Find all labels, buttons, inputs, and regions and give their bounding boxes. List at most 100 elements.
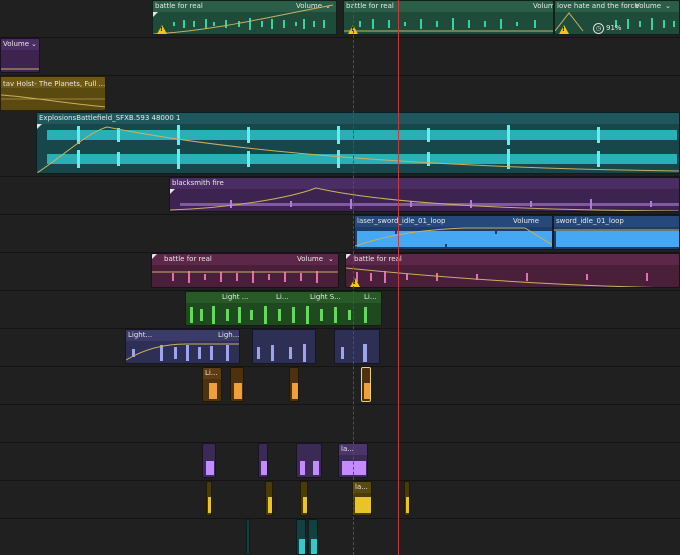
clip-light-orange-3[interactable] [289,367,299,402]
clip-name-light-e: Light... [128,331,153,339]
clip-love-hate-and-the-force[interactable]: love hate and the force Volume ⌄ ! ◷ 91% [554,0,680,35]
clip-laser-sword-idle[interactable]: laser_sword_idle_01_loop Volume [354,215,553,250]
clip-group-light-lavender-2[interactable] [252,329,316,364]
clip-gold-2[interactable] [265,481,273,516]
clip-marker [346,254,351,259]
clip-name: Li... [205,369,218,377]
track-a14[interactable] [0,519,680,555]
waveform [206,461,214,475]
waveform [268,497,272,513]
clip-name-light-d: Ligh... [218,331,240,339]
track-a10[interactable] [0,367,680,405]
clip-name: la... [355,483,368,491]
waveform [172,271,318,283]
clip-light-orange-selected[interactable] [361,367,371,402]
waveform [208,497,211,513]
clip-violet-1[interactable] [202,443,216,478]
clip-name-light-f: Li... [364,293,377,301]
chevron-down-icon[interactable]: ⌄ [31,39,37,49]
clip-header: battle for real Volume [344,1,553,12]
clip-battle-for-real-4[interactable]: battle for real ! [345,253,680,288]
clip-header: laser_sword_idle_01_loop Volume [355,216,552,227]
track-a13[interactable] [0,481,680,519]
clip-header: Li... [203,368,221,379]
waveform [180,199,679,209]
clip-group-light-lavender-3[interactable] [334,329,380,364]
clip-violet-3[interactable] [296,443,322,478]
clip-cyan-1[interactable] [246,519,250,555]
clip-name: love hate and the force [557,2,639,10]
clip-name-light-a: Light ... [222,293,249,301]
clip-light-orange-2[interactable] [230,367,244,402]
clip-marker [153,12,158,17]
waveform [47,125,677,169]
clip-header: battle for real [346,254,679,265]
clip-name: blacksmith fire [172,179,224,187]
clip-header: Light... Ligh... [126,330,239,341]
waveform [364,383,370,399]
warning-triangle-icon[interactable]: ! [350,278,360,287]
clip-light-orange-1[interactable]: Li... [202,367,222,402]
clip-header: la... [353,482,371,493]
clip-violet-2[interactable] [258,443,268,478]
waveform [234,383,242,399]
clip-header: love hate and the force Volume ⌄ [555,1,679,12]
clip-header: blacksmith fire [170,178,679,189]
volume-label[interactable]: Volume [296,1,322,11]
clip-name: battle for real [164,255,212,263]
clip-blacksmith-fire[interactable]: blacksmith fire [169,177,680,212]
volume-label[interactable]: Volume [635,1,661,11]
render-progress-icon: ◷ [593,23,604,34]
clip-header: battle for real Volume ⌄ [153,1,336,12]
clip-name: sword_idle_01_loop [556,217,624,225]
clip-name: laser_sword_idle_01_loop [357,217,446,225]
chevron-down-icon[interactable]: ⌄ [328,254,334,264]
waveform [406,497,409,513]
track-a11[interactable] [0,405,680,443]
volume-label[interactable]: Volume [533,1,553,11]
clip-header: sword_idle_01_loop [554,216,679,227]
clip-marker [37,124,42,129]
clip-header: battle for real Volume ⌄ [152,254,338,265]
audio-timeline: battle for real Volume ⌄ ! battle for re… [0,0,680,555]
clip-battle-for-real-3[interactable]: battle for real Volume ⌄ [151,253,339,288]
clip-name: battle for real [155,2,203,10]
clip-battle-for-real-2[interactable]: battle for real Volume ! [343,0,554,35]
waveform [359,18,536,30]
clip-explosions-battlefield[interactable]: ExplosionsBattlefield_SFXB.593 48000 1 [36,112,680,174]
playhead-line[interactable] [398,0,399,555]
clip-cyan-3[interactable] [308,519,318,555]
volume-label[interactable]: Volume [513,216,539,226]
waveform [173,18,325,30]
waveform [132,345,229,361]
clip-purple-volume[interactable]: Volume ⌄ [0,38,40,73]
waveform [341,344,367,362]
clip-cyan-2[interactable] [296,519,306,555]
volume-label[interactable]: Volume [297,254,323,264]
waveform [556,231,679,247]
clip-sword-idle[interactable]: sword_idle_01_loop [553,215,680,250]
waveform [292,383,298,399]
clip-group-light-lavender-1[interactable]: Light... Ligh... [125,329,240,364]
warning-triangle-icon[interactable]: ! [157,25,167,34]
warning-triangle-icon[interactable]: ! [559,25,569,34]
chevron-down-icon[interactable]: ⌄ [665,1,671,11]
waveform [257,344,306,362]
clip-gold-3[interactable] [300,481,308,516]
clip-name: ExplosionsBattlefield_SFXB.593 48000 1 [39,114,181,122]
waveform [209,383,217,399]
render-status: ◷ 91% [593,23,622,34]
clip-name: tav Holst- The Planets, Full ... [3,80,106,88]
clip-gold-la[interactable]: la... [352,481,372,516]
track-a2[interactable] [0,38,680,76]
clip-name: la... [341,445,354,453]
clip-name-light-b: Li... [276,293,289,301]
clip-header: Light ... Li... Light S... Li... [186,292,381,303]
clip-holst-the-planets[interactable]: tav Holst- The Planets, Full ... [0,76,106,111]
waveform [311,539,317,554]
clip-battle-for-real-1[interactable]: battle for real Volume ⌄ ! [152,0,337,35]
clip-gold-4[interactable] [404,481,410,516]
volume-label[interactable]: Volume [3,39,29,49]
clip-gold-1[interactable] [206,481,212,516]
chevron-down-icon[interactable]: ⌄ [325,1,331,11]
